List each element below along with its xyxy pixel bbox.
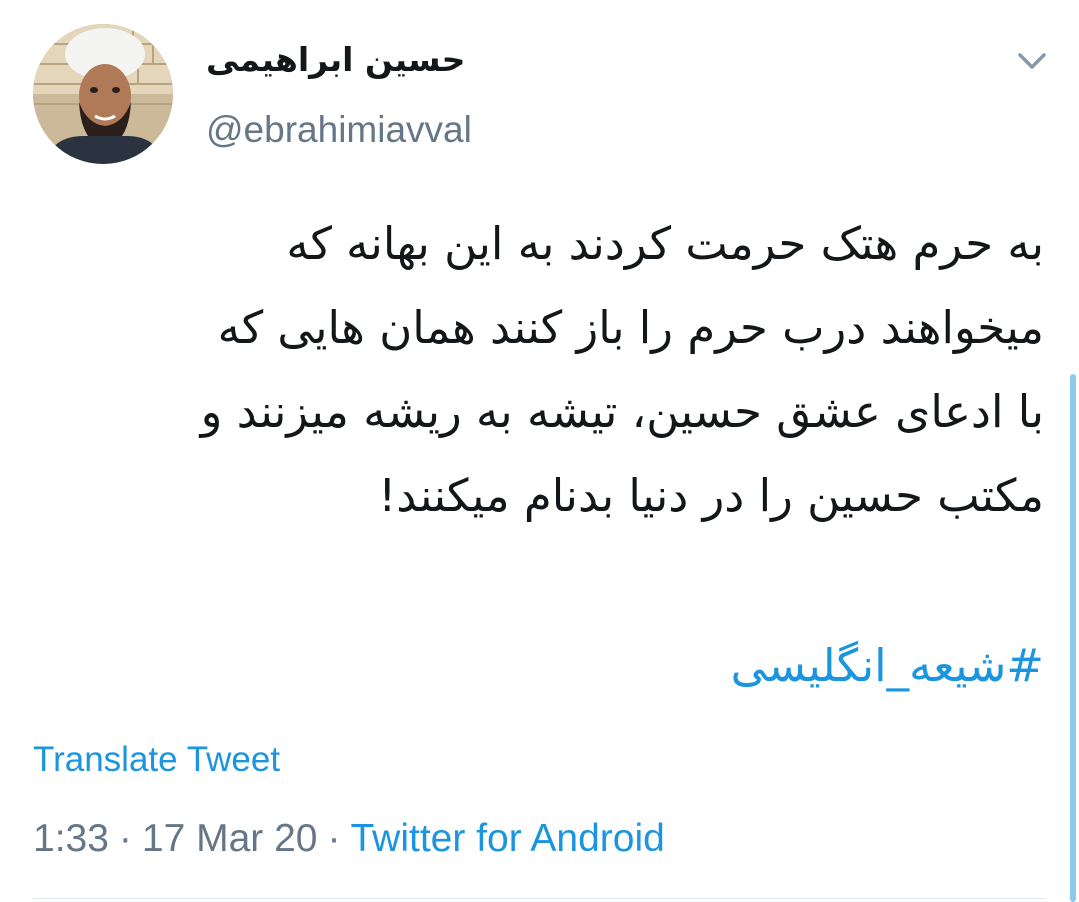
tweet-text-line: با ادعای عشق حسین، تیشه به ریشه میزنند و bbox=[200, 385, 1044, 438]
tweet-card: حسین ابراهیمی @ebrahimiavval به حرم هتک … bbox=[0, 0, 1079, 902]
tweet-text-line: مکتب حسین را در دنیا بدنام میکنند! bbox=[378, 469, 1044, 522]
tweet-metadata: 1:33 · 17 Mar 20 · Twitter for Android bbox=[33, 815, 665, 863]
tweet-text-line: میخواهند درب حرم را باز کنند همان هایی ک… bbox=[217, 301, 1044, 354]
chevron-down-icon[interactable] bbox=[1012, 46, 1052, 76]
tweet-time[interactable]: 1:33 bbox=[33, 817, 109, 860]
tweet-source-link[interactable]: Twitter for Android bbox=[351, 817, 665, 860]
user-avatar[interactable] bbox=[33, 24, 173, 164]
hashtag-link[interactable]: #شیعه_انگلیسی bbox=[731, 626, 1044, 706]
meta-separator: · bbox=[327, 817, 341, 860]
author-display-name[interactable]: حسین ابراهیمی bbox=[206, 38, 465, 82]
translate-tweet-link[interactable]: Translate Tweet bbox=[33, 738, 280, 782]
author-handle[interactable]: @ebrahimiavval bbox=[206, 108, 472, 152]
scrollbar[interactable] bbox=[1070, 374, 1076, 902]
tweet-text-line: به حرم هتک حرمت کردند به این بهانه که bbox=[286, 217, 1044, 270]
tweet-text: به حرم هتک حرمت کردند به این بهانه که می… bbox=[54, 202, 1044, 538]
meta-separator: · bbox=[118, 817, 132, 860]
divider bbox=[33, 898, 1046, 899]
avatar-image bbox=[33, 24, 173, 164]
tweet-date[interactable]: 17 Mar 20 bbox=[142, 817, 318, 860]
